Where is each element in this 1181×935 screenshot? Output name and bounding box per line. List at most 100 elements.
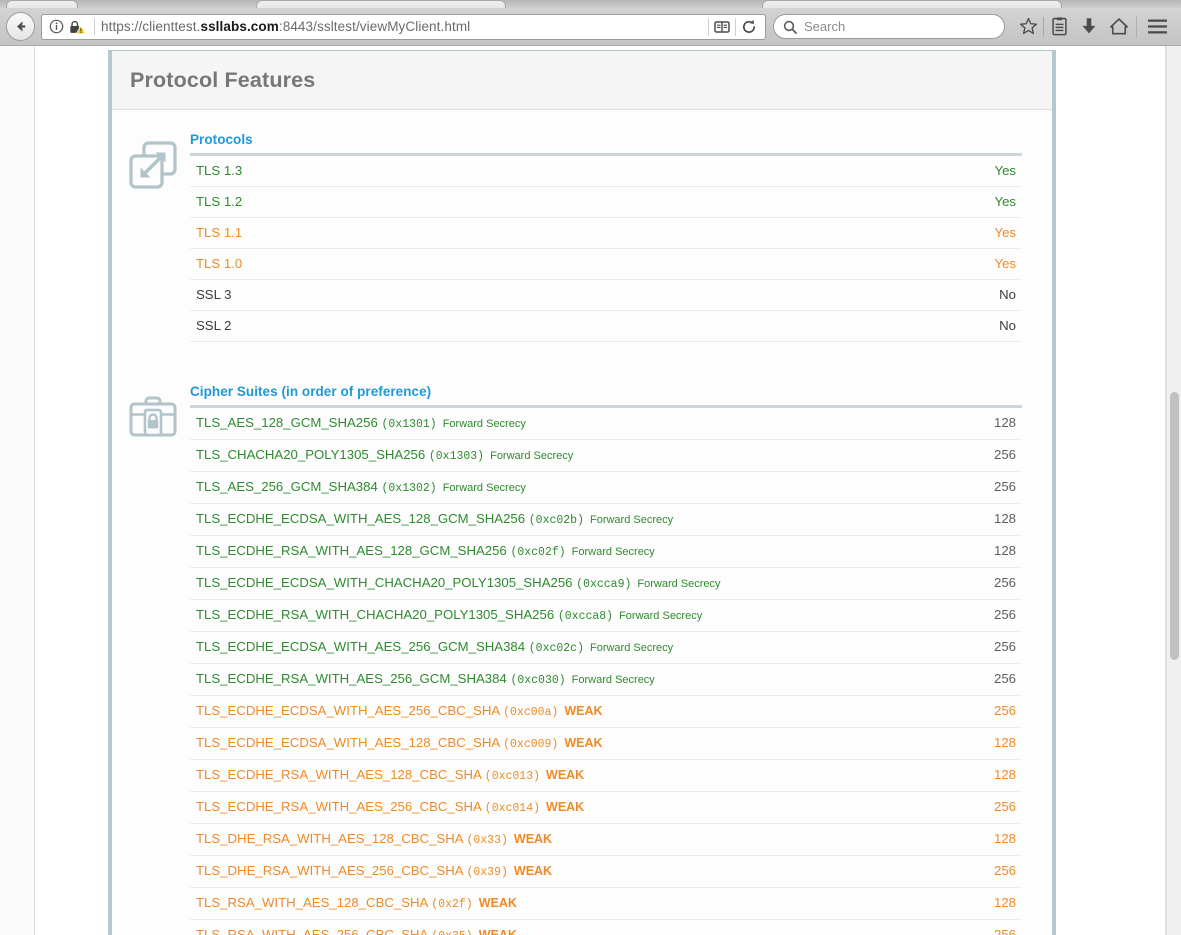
- cipher-suite-hex: (0xc02f): [510, 546, 565, 559]
- page-scrollbar[interactable]: [1166, 46, 1181, 935]
- tab-strip[interactable]: [0, 0, 1181, 8]
- browser-tab[interactable]: [762, 0, 1062, 8]
- cipher-suite-row: TLS_AES_256_GCM_SHA384 (0x1302)Forward S…: [190, 472, 1022, 504]
- protocol-name: SSL 3: [190, 280, 697, 311]
- lock-with-warning-icon[interactable]: [69, 19, 86, 35]
- page-scroll-thumb[interactable]: [1170, 392, 1179, 660]
- cipher-suite-row: TLS_ECDHE_RSA_WITH_AES_256_GCM_SHA384 (0…: [190, 664, 1022, 696]
- protocol-row: TLS 1.2Yes: [190, 187, 1022, 218]
- url-bar[interactable]: https://clienttest.ssllabs.com:8443/sslt…: [41, 14, 766, 40]
- weak-badge: WEAK: [546, 768, 584, 782]
- protocol-features-panel: Protocol Features Protocols: [108, 50, 1056, 935]
- cipher-suite-name: TLS_ECDHE_RSA_WITH_CHACHA20_POLY1305_SHA…: [196, 607, 554, 622]
- cipher-suite-cell: TLS_RSA_WITH_AES_256_CBC_SHA (0x35)WEAK: [190, 920, 972, 935]
- browser-chrome: https://clienttest.ssllabs.com:8443/sslt…: [0, 0, 1181, 46]
- info-icon[interactable]: [49, 19, 64, 34]
- cipher-suite-cell: TLS_ECDHE_RSA_WITH_CHACHA20_POLY1305_SHA…: [190, 600, 972, 632]
- home-icon[interactable]: [1104, 12, 1134, 42]
- cipher-suite-hex: (0x1303): [429, 450, 484, 463]
- bookmark-star-icon[interactable]: [1013, 12, 1043, 42]
- cipher-suite-bits: 128: [972, 824, 1022, 856]
- url-path: :8443/ssltest/viewMyClient.html: [279, 19, 470, 34]
- cipher-suite-cell: TLS_ECDHE_ECDSA_WITH_AES_256_CBC_SHA (0x…: [190, 696, 972, 728]
- identity-box[interactable]: [42, 19, 92, 35]
- browser-tab[interactable]: [6, 0, 78, 8]
- weak-badge: WEAK: [479, 928, 517, 935]
- cipher-suite-bits: 128: [972, 888, 1022, 920]
- cipher-suite-cell: TLS_AES_128_GCM_SHA256 (0x1301)Forward S…: [190, 408, 972, 440]
- cipher-suite-bits: 256: [972, 472, 1022, 504]
- cipher-suite-name: TLS_AES_256_GCM_SHA384: [196, 479, 378, 494]
- cipher-suite-name: TLS_ECDHE_ECDSA_WITH_CHACHA20_POLY1305_S…: [196, 575, 573, 590]
- cipher-suite-row: TLS_RSA_WITH_AES_128_CBC_SHA (0x2f)WEAK1…: [190, 888, 1022, 920]
- cipher-suites-heading: Cipher Suites (in order of preference): [190, 384, 1022, 405]
- forward-secrecy-badge: Forward Secrecy: [619, 610, 702, 622]
- left-gutter: [0, 46, 35, 935]
- cipher-suite-hex: (0xc030): [510, 674, 565, 687]
- cipher-suite-hex: (0xc009): [503, 738, 558, 751]
- protocols-section: Protocols TLS 1.3YesTLS 1.2YesTLS 1.1Yes…: [112, 132, 1052, 342]
- panel-body: Protocols TLS 1.3YesTLS 1.2YesTLS 1.1Yes…: [112, 110, 1052, 935]
- forward-secrecy-badge: Forward Secrecy: [443, 482, 526, 494]
- weak-badge: WEAK: [564, 736, 602, 750]
- search-bar[interactable]: Search: [773, 14, 1005, 39]
- protocol-row: TLS 1.3Yes: [190, 156, 1022, 187]
- weak-badge: WEAK: [514, 832, 552, 846]
- cipher-suite-bits: 256: [972, 440, 1022, 472]
- cipher-suite-hex: (0xc013): [485, 770, 540, 783]
- cipher-suite-name: TLS_ECDHE_RSA_WITH_AES_256_CBC_SHA: [196, 799, 481, 814]
- toolbar-divider-2: [1136, 16, 1137, 38]
- library-icon[interactable]: [1044, 12, 1074, 42]
- cipher-suite-name: TLS_ECDHE_ECDSA_WITH_AES_256_GCM_SHA384: [196, 639, 525, 654]
- weak-badge: WEAK: [514, 864, 552, 878]
- cipher-suite-name: TLS_CHACHA20_POLY1305_SHA256: [196, 447, 425, 462]
- cipher-suite-hex: (0xc014): [485, 802, 540, 815]
- weak-badge: WEAK: [564, 704, 602, 718]
- downloads-icon[interactable]: [1074, 12, 1104, 42]
- cipher-suite-hex: (0x1301): [381, 418, 436, 431]
- browser-tab[interactable]: [256, 0, 506, 8]
- forward-secrecy-badge: Forward Secrecy: [490, 450, 573, 462]
- forward-secrecy-badge: Forward Secrecy: [572, 546, 655, 558]
- protocol-name: TLS 1.3: [190, 156, 697, 187]
- protocol-row: SSL 2No: [190, 311, 1022, 342]
- forward-secrecy-badge: Forward Secrecy: [572, 674, 655, 686]
- cipher-suite-hex: (0x33): [466, 834, 507, 847]
- cipher-suite-row: TLS_ECDHE_ECDSA_WITH_AES_128_GCM_SHA256 …: [190, 504, 1022, 536]
- protocol-name: TLS 1.2: [190, 187, 697, 218]
- cipher-suite-name: TLS_DHE_RSA_WITH_AES_128_CBC_SHA: [196, 831, 463, 846]
- cipher-suite-bits: 256: [972, 920, 1022, 935]
- forward-secrecy-badge: Forward Secrecy: [637, 578, 720, 590]
- briefcase-lock-icon: [128, 384, 190, 447]
- cipher-suite-bits: 256: [972, 664, 1022, 696]
- menu-hamburger-icon[interactable]: [1139, 12, 1175, 42]
- cipher-suite-bits: 256: [972, 792, 1022, 824]
- cipher-suite-bits: 128: [972, 536, 1022, 568]
- cipher-suite-row: TLS_ECDHE_ECDSA_WITH_CHACHA20_POLY1305_S…: [190, 568, 1022, 600]
- protocol-value: Yes: [697, 249, 1022, 280]
- protocol-name: SSL 2: [190, 311, 697, 342]
- cipher-suite-name: TLS_ECDHE_ECDSA_WITH_AES_128_GCM_SHA256: [196, 511, 525, 526]
- cipher-suite-hex: (0x39): [466, 866, 507, 879]
- cipher-suite-cell: TLS_RSA_WITH_AES_128_CBC_SHA (0x2f)WEAK: [190, 888, 972, 920]
- weak-badge: WEAK: [479, 896, 517, 910]
- reload-icon[interactable]: [736, 15, 762, 39]
- search-input[interactable]: Search: [804, 19, 845, 34]
- expand-arrows-icon: [128, 132, 190, 195]
- cipher-suite-bits: 256: [972, 632, 1022, 664]
- page-content: Protocol Features Protocols: [0, 46, 1181, 935]
- cipher-suite-name: TLS_ECDHE_RSA_WITH_AES_256_GCM_SHA384: [196, 671, 507, 686]
- panel-header: Protocol Features: [112, 51, 1052, 110]
- url-domain: ssllabs.com: [200, 19, 278, 34]
- cipher-suite-cell: TLS_ECDHE_ECDSA_WITH_AES_128_GCM_SHA256 …: [190, 504, 972, 536]
- protocol-value: Yes: [697, 156, 1022, 187]
- back-button[interactable]: [6, 12, 35, 41]
- cipher-suite-bits: 128: [972, 728, 1022, 760]
- cipher-suite-cell: TLS_AES_256_GCM_SHA384 (0x1302)Forward S…: [190, 472, 972, 504]
- weak-badge: WEAK: [546, 800, 584, 814]
- urlbar-actions: [708, 15, 765, 39]
- reader-mode-icon[interactable]: [709, 15, 735, 39]
- cipher-suite-hex: (0xcca8): [558, 610, 613, 623]
- url-text[interactable]: https://clienttest.ssllabs.com:8443/sslt…: [101, 19, 708, 34]
- cipher-suite-bits: 256: [972, 856, 1022, 888]
